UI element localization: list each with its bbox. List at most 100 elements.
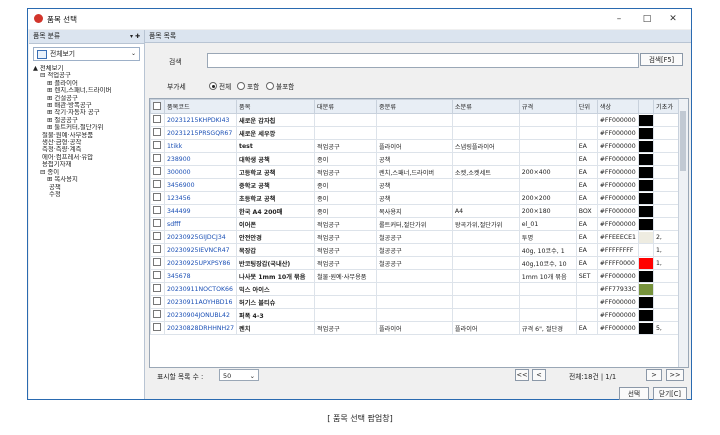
panel-pin-icon[interactable]: ▾ ✚ bbox=[130, 30, 140, 43]
column-header[interactable]: 품목 bbox=[236, 99, 315, 114]
prev-page-button[interactable]: < bbox=[532, 369, 546, 381]
row-checkbox[interactable] bbox=[150, 230, 165, 244]
radio-vat-included[interactable]: 포함 bbox=[237, 81, 259, 91]
column-header[interactable]: 중분류 bbox=[375, 99, 453, 114]
tree-node[interactable]: 측정·측량·계측 bbox=[33, 146, 141, 153]
table-row[interactable]: sdfff 이어폰 적업공구 롤트커터,절단가위 왕곡가위,절단가위 el_01 EA #FF… bbox=[150, 217, 688, 231]
table-row[interactable]: 20230828DRHHNH27 렌치 적업공구 플라이어 플라이어 규격 6", 절단경… bbox=[150, 321, 688, 335]
tree-node[interactable]: ⊞ 렌치,스패너,드라이버 bbox=[33, 87, 141, 94]
category-view-select[interactable]: 전체보기 ⌄ bbox=[33, 47, 140, 61]
cell-spec: 200×400 bbox=[518, 165, 577, 179]
row-checkbox[interactable] bbox=[150, 243, 165, 257]
radio-vat-all[interactable]: 전체 bbox=[209, 81, 231, 91]
select-all-checkbox[interactable] bbox=[150, 99, 165, 114]
row-checkbox[interactable] bbox=[150, 295, 165, 309]
table-row[interactable]: 20230911NOCTOK66 믹스 아이스 #FF77933C bbox=[150, 282, 688, 296]
expand-toggle-icon[interactable]: ▲ bbox=[33, 65, 38, 72]
row-checkbox[interactable] bbox=[150, 217, 165, 231]
maximize-button[interactable]: □ bbox=[635, 11, 659, 27]
expand-toggle-icon[interactable]: ⊞ bbox=[47, 124, 52, 131]
cell-spec bbox=[518, 178, 577, 192]
cell-s bbox=[451, 282, 520, 296]
expand-toggle-icon[interactable]: ⊟ bbox=[40, 169, 45, 176]
column-header[interactable]: 단위 bbox=[575, 99, 598, 114]
row-checkbox[interactable] bbox=[150, 152, 165, 166]
column-header[interactable]: 대분류 bbox=[313, 99, 377, 114]
table-row[interactable]: 20230925UPXPSY86 반코팅장갑(국내산) 적업공구 철공공구 40g,10… bbox=[150, 256, 688, 270]
chevron-down-icon[interactable]: ⌄ bbox=[131, 48, 136, 60]
tree-node[interactable]: ⊟ 적업공구 bbox=[33, 72, 141, 79]
rows-per-page-select[interactable]: 50 ⌄ bbox=[219, 369, 259, 381]
tree-node[interactable]: ⊞ 툴트커터,절단가위 bbox=[33, 124, 141, 131]
grid-vertical-scrollbar[interactable] bbox=[678, 99, 688, 367]
tree-node[interactable]: ▲ 전체보기 bbox=[33, 65, 141, 72]
row-checkbox[interactable] bbox=[150, 178, 165, 192]
row-checkbox[interactable] bbox=[150, 282, 165, 296]
next-page-button[interactable]: > bbox=[646, 369, 662, 381]
cell-spec bbox=[518, 139, 577, 153]
table-row[interactable]: 20231215PRSGQR67 새로운 세우깡 #FF000000 bbox=[150, 126, 688, 140]
table-row[interactable]: 20231215KHPDKI43 새로운 감자칩 #FF000000 bbox=[150, 113, 688, 127]
table-row[interactable]: 238900 대학생 공책 종이 공책 EA #FF000000 bbox=[150, 152, 688, 166]
expand-toggle-icon[interactable]: ⊟ bbox=[40, 72, 45, 79]
expand-toggle-icon[interactable]: ⊞ bbox=[47, 109, 52, 116]
expand-toggle-icon[interactable]: ⊞ bbox=[47, 117, 52, 124]
table-row[interactable]: 20230911AOYHBD16 허기스 블티슈 #FF000000 bbox=[150, 295, 688, 309]
row-checkbox[interactable] bbox=[150, 256, 165, 270]
tree-node[interactable]: ⊞ 작기·자동차 공구 bbox=[33, 109, 141, 116]
cell-m: 공책 bbox=[375, 152, 453, 166]
row-checkbox[interactable] bbox=[150, 308, 165, 322]
expand-toggle-icon[interactable]: ⊞ bbox=[47, 102, 52, 109]
column-header[interactable]: 색상 bbox=[596, 99, 640, 114]
close-button[interactable]: 닫기[C] bbox=[653, 387, 687, 400]
last-page-button[interactable]: >> bbox=[666, 369, 684, 381]
column-header[interactable]: 규격 bbox=[518, 99, 577, 114]
first-page-button[interactable]: << bbox=[515, 369, 529, 381]
row-checkbox[interactable] bbox=[150, 139, 165, 153]
row-checkbox[interactable] bbox=[150, 191, 165, 205]
expand-toggle-icon[interactable]: ⊞ bbox=[47, 80, 52, 87]
table-row[interactable]: 1tikk test 적업공구 플라이어 스냅링플라이어 EA #FF000000 bbox=[150, 139, 688, 153]
table-row[interactable]: 344499 한국 A4 200매 종이 복사용지 A4 200×180 BOX #FF000… bbox=[150, 204, 688, 218]
tree-node[interactable]: ⊟ 종이 bbox=[33, 169, 141, 176]
select-button[interactable]: 선택 bbox=[619, 387, 649, 400]
row-checkbox[interactable] bbox=[150, 204, 165, 218]
table-row[interactable]: 123456 초등학교 공책 종이 공책 200×200 EA #FF000000 bbox=[150, 191, 688, 205]
column-header[interactable]: 품목코드 bbox=[163, 99, 238, 114]
row-checkbox[interactable] bbox=[150, 269, 165, 283]
radio-vat-excluded[interactable]: 불포함 bbox=[266, 81, 294, 91]
search-button[interactable]: 검색[F5] bbox=[640, 53, 683, 66]
tree-node[interactable]: 철물·원예·사무용품 bbox=[33, 132, 141, 139]
tree-node[interactable]: ⊞ 건설공구 bbox=[33, 95, 141, 102]
table-row[interactable]: 20230904JONUBL42 퍼폭 4-3 #FF000000 bbox=[150, 308, 688, 322]
expand-toggle-icon[interactable]: ⊞ bbox=[47, 95, 52, 102]
minimize-button[interactable]: – bbox=[607, 11, 631, 27]
column-header[interactable] bbox=[638, 99, 654, 114]
tree-node[interactable]: ⊞ 절공공구 bbox=[33, 117, 141, 124]
table-row[interactable]: 300000 고등학교 공책 적업공구 렌치,스패너,드라이버 소켓,소켓세트 200×4… bbox=[150, 165, 688, 179]
row-checkbox[interactable] bbox=[150, 165, 165, 179]
search-input[interactable] bbox=[207, 53, 639, 68]
tree-node[interactable]: ⊞ 복사용지 bbox=[33, 176, 141, 183]
expand-toggle-icon[interactable]: ⊞ bbox=[47, 87, 52, 94]
table-row[interactable]: 20230925GIJDCJ34 안전안경 적업공구 철공공구 투명 EA #FFEEECE… bbox=[150, 230, 688, 244]
cell-s: 소켓,소켓세트 bbox=[451, 165, 520, 179]
tree-node[interactable]: 공책 bbox=[33, 184, 141, 191]
tree-node[interactable]: ⊞ 플라이어 bbox=[33, 80, 141, 87]
tree-node[interactable]: 에어·컴프레서·유압 bbox=[33, 154, 141, 161]
table-row[interactable]: 345678 나사못 1mm 10개 묶음 철물·원예·사무용품 1mm 10개 묶음… bbox=[150, 269, 688, 283]
tree-node[interactable]: 생산·금형·공작 bbox=[33, 139, 141, 146]
row-checkbox[interactable] bbox=[150, 126, 165, 140]
scrollbar-thumb[interactable] bbox=[680, 111, 686, 171]
expand-toggle-icon[interactable]: ⊞ bbox=[47, 176, 52, 183]
table-row[interactable]: 20230925IEVNCR47 목장갑 적업공구 철공공구 40g, 10코수, 1E… bbox=[150, 243, 688, 257]
cell-spec: 규격 6", 절단경 bbox=[518, 321, 577, 335]
tree-node[interactable]: 용접기자재 bbox=[33, 161, 141, 168]
table-row[interactable]: 3456900 중학교 공책 종이 공책 EA #FF000000 bbox=[150, 178, 688, 192]
tree-node[interactable]: 수정 bbox=[33, 191, 141, 198]
row-checkbox[interactable] bbox=[150, 113, 165, 127]
column-header[interactable]: 소분류 bbox=[451, 99, 520, 114]
close-window-button[interactable]: ✕ bbox=[661, 11, 685, 27]
row-checkbox[interactable] bbox=[150, 321, 165, 335]
tree-node[interactable]: ⊞ 배관·방폭공구 bbox=[33, 102, 141, 109]
